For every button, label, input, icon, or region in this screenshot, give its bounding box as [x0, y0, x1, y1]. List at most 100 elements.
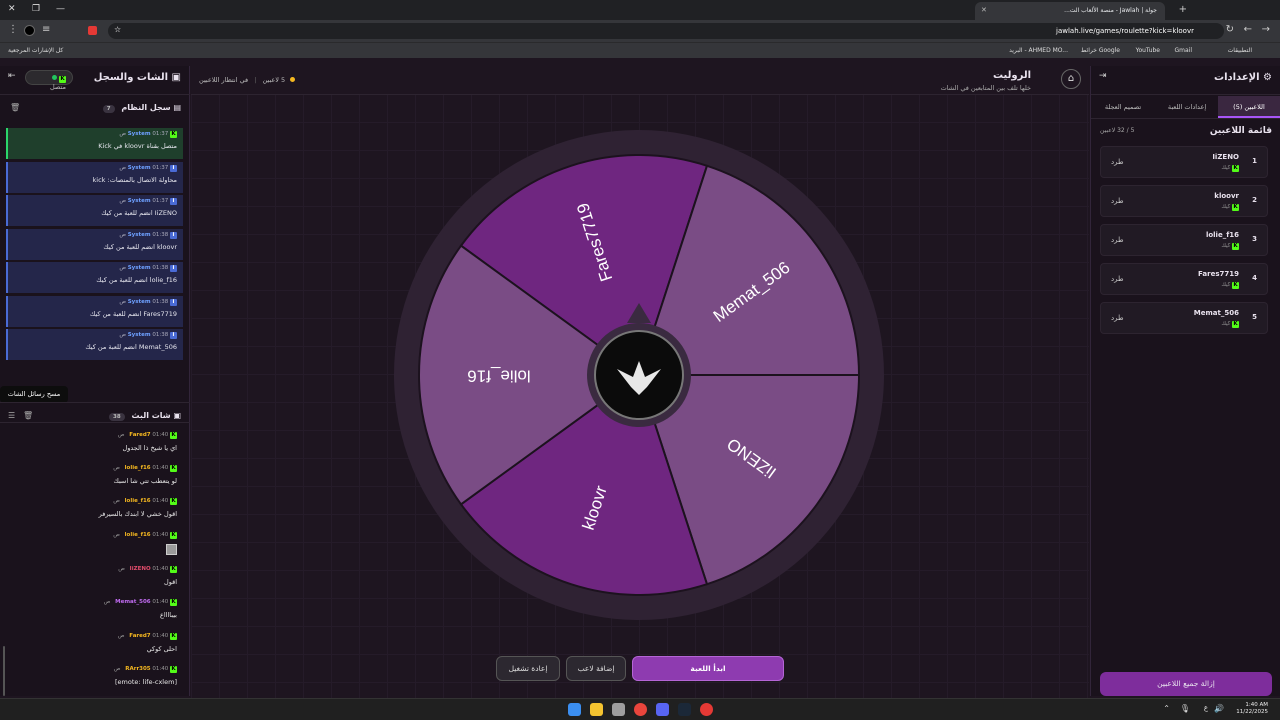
minimize-window-icon[interactable]: —: [56, 4, 65, 14]
settings-header: ⚙ الإعدادات: [1214, 72, 1272, 83]
clear-chat-trash-icon[interactable]: 🗑: [23, 411, 33, 420]
profile-avatar[interactable]: [24, 25, 35, 36]
clear-log-trash-icon[interactable]: 🗑: [10, 103, 20, 112]
player-name: Memat_506: [1193, 309, 1239, 317]
taskbar-clock[interactable]: 1:40 AM 11/22/2025: [1236, 702, 1268, 716]
back-icon[interactable]: →: [1262, 24, 1270, 35]
system-message: i System 01:37 ص IiZENO انضم للعبة من كيك: [6, 195, 183, 226]
browser-tab-active[interactable]: جولة | Jawlah - منصة الألعاب الت... ✕: [975, 2, 1165, 20]
kick-icon: K: [59, 76, 66, 83]
start-game-button[interactable]: ابدأ اللعبة: [632, 656, 784, 681]
discord-icon[interactable]: [656, 703, 669, 716]
settings-app-icon[interactable]: [612, 703, 625, 716]
bookmark-maps[interactable]: خرائط Google: [1081, 47, 1120, 54]
collapse-panel-icon[interactable]: ⇤: [8, 71, 16, 81]
volume-icon[interactable]: 🔊: [1214, 704, 1224, 713]
home-button[interactable]: ⌂: [1061, 69, 1081, 89]
info-icon: i: [170, 164, 177, 172]
chat-username[interactable]: IiZENO: [130, 566, 151, 572]
microphone-icon[interactable]: 🎙: [1180, 704, 1190, 713]
app-icon[interactable]: [700, 703, 713, 716]
chat-username[interactable]: lolie_f16: [125, 498, 151, 504]
bookmark-star-icon[interactable]: ☆: [114, 25, 121, 34]
player-name: kloovr: [1214, 192, 1239, 200]
kick-icon: K: [170, 498, 177, 505]
system-log-icon: ▤: [173, 103, 181, 112]
kick-player-button[interactable]: طرد: [1111, 158, 1124, 166]
system-message-text: Memat_506 انضم للعبة من كيك: [85, 343, 177, 351]
all-bookmarks[interactable]: كل الإشارات المرجعية: [8, 47, 63, 54]
kick-icon: K: [1232, 165, 1239, 172]
add-player-button[interactable]: إضافة لاعب: [566, 656, 626, 681]
kick-player-button[interactable]: طرد: [1111, 197, 1124, 205]
system-message: i System 01:38 ص Memat_506 انضم للعبة من …: [6, 329, 183, 360]
bookmark-gmail[interactable]: Gmail: [1174, 47, 1192, 54]
system-message-user: System: [127, 231, 151, 238]
close-window-icon[interactable]: ✕: [8, 4, 16, 14]
kick-icon: K: [1232, 321, 1239, 328]
chat-panel-title: الشات والسجل: [93, 72, 169, 83]
chat-message-text: احلى كوكي: [146, 645, 177, 653]
new-tab-icon[interactable]: +: [1179, 4, 1187, 15]
chat-username[interactable]: RArr305: [125, 666, 150, 672]
platform-label: كيك: [1221, 243, 1231, 249]
system-tray-chevron-icon[interactable]: ⌃: [1163, 704, 1170, 713]
info-icon: i: [170, 332, 177, 339]
wheel-segment-label: lolie_f16: [467, 367, 530, 386]
tab-close-icon[interactable]: ✕: [981, 6, 987, 14]
bookmark-youtube[interactable]: YouTube: [1136, 47, 1160, 54]
address-bar[interactable]: jawlah.live/games/roulette?kick=kloovr ☆: [108, 23, 1224, 39]
file-explorer-icon[interactable]: [590, 703, 603, 716]
chat-message: K lolie_f16 01:40 ص اقول خشي لا ابندك بال…: [17, 498, 177, 518]
game-area: ⌂ الروليت خلها تلف بين المتابعين في الشا…: [191, 58, 1089, 698]
player-platform: K كيك: [1221, 321, 1239, 328]
bookmark-apps[interactable]: التطبيقات: [1228, 47, 1252, 54]
extension-icon[interactable]: [88, 26, 97, 35]
system-message-meta: i System 01:37 ص: [14, 164, 177, 172]
kick-icon: K: [170, 666, 177, 673]
settings-panel: ⚙ الإعدادات ⇥ اللاعبين (5) إعدادات اللعب…: [1090, 66, 1280, 696]
forward-icon[interactable]: ←: [1244, 24, 1252, 35]
menu-icon[interactable]: ⋮: [8, 24, 18, 35]
extensions-icon[interactable]: ≡: [42, 24, 50, 35]
restart-button[interactable]: إعادة تشغيل: [496, 656, 560, 681]
chat-message-image: [17, 544, 177, 557]
chat-username[interactable]: lolie_f16: [125, 532, 151, 538]
chat-username[interactable]: Fared7: [129, 633, 150, 639]
url-text: jawlah.live/games/roulette?kick=kloovr: [1056, 27, 1194, 35]
roulette-wheel[interactable]: Fares7719Memat_506IiZENOkloovrlolie_f16: [394, 130, 884, 620]
live-chat-count: 38: [109, 413, 125, 421]
chrome-icon[interactable]: [634, 703, 647, 716]
live-chat-title: شات البث: [131, 411, 171, 420]
chat-scrollbar[interactable]: [3, 646, 5, 696]
reload-icon[interactable]: ↻: [1226, 24, 1234, 35]
system-message: i System 01:37 ص محاولة الاتصال بالمنصات:…: [6, 161, 183, 193]
restore-window-icon[interactable]: ❐: [32, 4, 40, 14]
kick-player-button[interactable]: طرد: [1111, 275, 1124, 283]
chat-username[interactable]: Fared7: [129, 432, 150, 438]
chat-message: K IiZENO 01:40 ص اقول: [17, 566, 177, 586]
bookmark-mail[interactable]: البريد - AHMED MO...: [1009, 47, 1068, 54]
chat-username[interactable]: Memat_506: [115, 599, 151, 605]
system-message-text: متصل بقناة kloovr في Kick: [98, 142, 177, 150]
waiting-label: في انتظار اللاعبين: [199, 76, 249, 84]
steam-icon[interactable]: [678, 703, 691, 716]
player-row: 1 IiZENO K كيك طرد: [1100, 146, 1268, 178]
system-message-meta: i System 01:37 ص: [14, 198, 177, 205]
start-menu-icon[interactable]: [568, 703, 581, 716]
remove-all-players-button[interactable]: إزالة جميع اللاعبين: [1100, 672, 1272, 696]
kick-player-button[interactable]: طرد: [1111, 314, 1124, 322]
info-icon: i: [170, 265, 177, 272]
tab-title: جولة | Jawlah - منصة الألعاب الت...: [1064, 7, 1157, 14]
language-indicator[interactable]: ع: [1204, 704, 1208, 712]
tab-wheel-design[interactable]: تصميم العجلة: [1090, 96, 1156, 118]
kick-player-button[interactable]: طرد: [1111, 236, 1124, 244]
tab-players[interactable]: اللاعبين (5): [1218, 96, 1280, 118]
player-number: 2: [1252, 196, 1257, 204]
chat-username[interactable]: lolie_f16: [125, 465, 151, 471]
chat-filter-icon[interactable]: ☰: [8, 411, 15, 420]
tab-game-settings[interactable]: إعدادات اللعبة: [1156, 96, 1218, 118]
info-icon: i: [170, 231, 177, 239]
collapse-settings-icon[interactable]: ⇥: [1099, 71, 1107, 81]
system-log-header: ▤ سجل النظام 7: [102, 103, 181, 113]
